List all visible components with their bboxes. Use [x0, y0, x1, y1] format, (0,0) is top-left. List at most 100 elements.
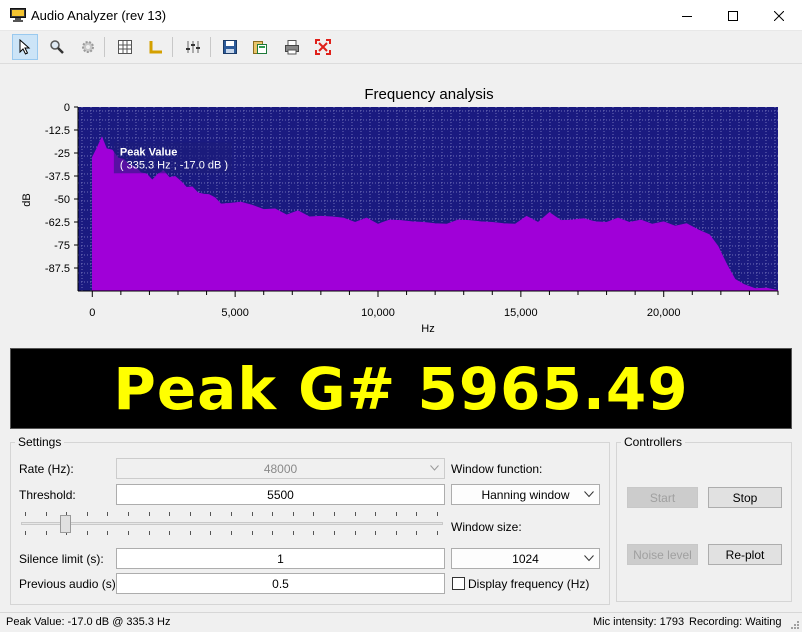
peak-display-panel: Peak G# 5965.49: [10, 348, 792, 429]
title-bar: Audio Analyzer (rev 13): [0, 0, 802, 31]
settings-icon: [82, 41, 94, 53]
display-frequency-checkbox[interactable]: [452, 577, 465, 590]
print-button[interactable]: [279, 34, 305, 60]
x-tick-label: 20,000: [647, 307, 681, 319]
grid-tool-button[interactable]: [112, 34, 138, 60]
grid-icon: [118, 40, 132, 54]
slider-tick: [251, 531, 253, 535]
slider-tick: [128, 512, 129, 516]
pointer-tool-button[interactable]: [12, 34, 38, 60]
y-tick-label: 0: [64, 102, 70, 114]
x-tick-label: 15,000: [504, 307, 538, 319]
slider-tick: [148, 531, 150, 535]
settings-group-title: Settings: [15, 435, 65, 449]
controllers-group-title: Controllers: [621, 435, 686, 449]
axes-tool-button[interactable]: [143, 34, 169, 60]
previous-audio-input[interactable]: 0.5: [116, 573, 445, 594]
slider-tick: [334, 512, 335, 516]
status-recording: Recording: Waiting: [689, 616, 782, 628]
slider-tick: [25, 531, 26, 535]
peak-display-text: Peak G# 5965.49: [113, 354, 689, 423]
y-tick-label: -12.5: [45, 125, 70, 137]
copy-button[interactable]: [247, 34, 273, 60]
start-button[interactable]: Start: [627, 487, 698, 508]
close-icon: [774, 10, 784, 21]
toolbar-separator: [104, 37, 105, 57]
rate-label: Rate (Hz):: [19, 462, 74, 476]
window-title: Audio Analyzer (rev 13): [31, 8, 167, 23]
slider-tick: [86, 512, 88, 516]
zoom-icon: [50, 40, 64, 54]
threshold-slider[interactable]: [19, 512, 445, 536]
slider-thumb[interactable]: [60, 515, 72, 533]
y-tick-label: -87.5: [45, 263, 70, 275]
fit-view-button[interactable]: [310, 34, 336, 60]
copy-icon: [253, 41, 267, 54]
stop-button[interactable]: Stop: [708, 487, 782, 508]
replot-button[interactable]: Re-plot: [708, 544, 782, 565]
previous-audio-value: 0.5: [272, 576, 289, 591]
threshold-label: Threshold:: [19, 488, 76, 502]
window-size-select[interactable]: 1024: [451, 548, 600, 569]
silence-limit-input[interactable]: 1: [116, 548, 445, 569]
slider-tick: [272, 512, 274, 516]
pointer-icon: [19, 39, 31, 55]
slider-tick: [189, 531, 191, 535]
zoom-tool-button[interactable]: [44, 34, 70, 60]
slider-tick: [210, 512, 212, 516]
equalizer-tool-button[interactable]: [180, 34, 206, 60]
threshold-value: 5500: [267, 487, 294, 502]
x-tick-label: 0: [89, 307, 95, 319]
x-axis-label: Hz: [421, 323, 434, 335]
toolbar-separator: [172, 37, 173, 57]
slider-tick: [375, 512, 377, 516]
chevron-down-icon: [584, 555, 594, 562]
window-function-select[interactable]: Hanning window: [451, 484, 600, 505]
save-button[interactable]: [217, 34, 243, 60]
rate-select: 48000: [116, 458, 445, 479]
slider-tick: [107, 512, 109, 516]
slider-tick: [25, 512, 26, 516]
slider-tick: [128, 531, 129, 535]
x-tick-label: 10,000: [361, 307, 395, 319]
print-icon: [285, 40, 299, 55]
y-tick-label: -75: [54, 240, 70, 252]
slider-tick: [437, 531, 438, 535]
toolbar: [0, 31, 802, 64]
slider-tick: [45, 531, 47, 535]
noise-level-button[interactable]: Noise level: [627, 544, 698, 565]
slider-tick: [231, 531, 232, 535]
toolbar-separator: [210, 37, 211, 57]
slider-tick: [272, 531, 274, 535]
slider-tick: [148, 512, 150, 516]
slider-tick: [169, 531, 171, 535]
save-icon: [223, 40, 237, 54]
status-bar: Peak Value: -17.0 dB @ 335.3 Hz Mic inte…: [0, 612, 802, 632]
minimize-button[interactable]: [664, 0, 710, 31]
y-axis-label: dB: [21, 193, 33, 206]
rate-value: 48000: [263, 461, 298, 476]
threshold-input[interactable]: 5500: [116, 484, 445, 505]
resize-grip-icon[interactable]: [789, 619, 800, 630]
peak-annotation-title: Peak Value: [120, 146, 178, 158]
slider-tick: [375, 531, 377, 535]
maximize-button[interactable]: [710, 0, 756, 31]
frequency-chart[interactable]: Frequency analysis 0 -12.5 -25 -37.5 -50 -62.…: [0, 70, 802, 340]
settings-tool-button[interactable]: [75, 34, 101, 60]
close-button[interactable]: [756, 0, 802, 31]
y-tick-label: -37.5: [45, 171, 70, 183]
slider-tick: [45, 512, 47, 516]
window-function-value: Hanning window: [481, 487, 570, 502]
minimize-icon: [682, 15, 692, 17]
slider-tick: [395, 531, 397, 535]
x-tick-label: 5,000: [221, 307, 249, 319]
slider-tick: [437, 512, 438, 516]
slider-tick: [354, 512, 356, 516]
slider-tick: [416, 531, 418, 535]
chevron-down-icon: [584, 491, 594, 498]
window-function-label: Window function:: [451, 462, 543, 476]
slider-tick: [313, 531, 315, 535]
slider-tick: [354, 531, 356, 535]
display-frequency-label: Display frequency (Hz): [468, 577, 590, 591]
slider-tick: [313, 512, 315, 516]
